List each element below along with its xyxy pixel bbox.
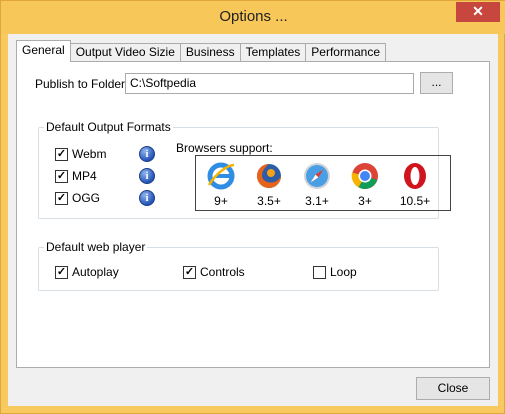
publish-folder-label: Publish to Folder: xyxy=(35,77,129,91)
close-icon: ✕ xyxy=(472,3,484,19)
ogg-info-icon[interactable]: i xyxy=(139,190,155,206)
safari-icon xyxy=(304,163,330,189)
checkmark-icon: ✓ xyxy=(184,266,195,278)
tab-templates[interactable]: Templates xyxy=(239,43,307,62)
firefox-icon xyxy=(257,164,281,188)
tab-business[interactable]: Business xyxy=(179,43,241,62)
dialog-client: General Output Video Sizie Business Temp… xyxy=(8,34,498,406)
browsers-support-box: 9+ 3.5+ 3.1+ 3+ 10.5+ xyxy=(195,155,451,211)
browse-button[interactable]: ... xyxy=(420,72,453,94)
safari-version: 3.1+ xyxy=(305,194,329,208)
web-player-group: Default web player ✓ Autoplay ✓ Controls… xyxy=(38,240,439,291)
controls-checkbox[interactable]: ✓ xyxy=(183,266,196,279)
mp4-checkbox[interactable]: ✓ xyxy=(55,170,68,183)
loop-checkbox[interactable] xyxy=(313,266,326,279)
chrome-icon xyxy=(351,163,378,190)
loop-label: Loop xyxy=(330,265,357,279)
opera-version: 10.5+ xyxy=(399,194,431,208)
checkmark-icon: ✓ xyxy=(56,192,67,204)
controls-label: Controls xyxy=(200,265,245,279)
window-close-button[interactable]: ✕ xyxy=(456,2,500,22)
ie-version: 9+ xyxy=(214,194,228,208)
webm-info-icon[interactable]: i xyxy=(139,146,155,162)
output-formats-group: Default Output Formats ✓ Webm i ✓ MP4 i … xyxy=(38,120,451,219)
mp4-info-icon[interactable]: i xyxy=(139,168,155,184)
ogg-checkbox[interactable]: ✓ xyxy=(55,192,68,205)
close-button[interactable]: Close xyxy=(416,377,490,400)
ogg-label: OGG xyxy=(72,191,101,205)
firefox-version: 3.5+ xyxy=(257,194,281,208)
browsers-support-label: Browsers support: xyxy=(175,141,274,155)
internet-explorer-icon xyxy=(207,162,235,190)
title-bar[interactable]: Options ... ✕ xyxy=(1,1,505,34)
options-window: Options ... ✕ General Output Video Sizie… xyxy=(0,0,505,414)
window-title: Options ... xyxy=(219,8,288,25)
general-panel: Publish to Folder: C:\Softpedia ... Defa… xyxy=(16,61,490,368)
publish-folder-input[interactable]: C:\Softpedia xyxy=(125,73,414,94)
autoplay-checkbox[interactable]: ✓ xyxy=(55,266,68,279)
web-player-title: Default web player xyxy=(44,240,148,254)
chrome-version: 3+ xyxy=(358,194,372,208)
opera-icon xyxy=(404,163,426,189)
tab-strip: General Output Video Sizie Business Temp… xyxy=(16,40,386,62)
tab-output-video-size[interactable]: Output Video Sizie xyxy=(69,43,181,62)
output-formats-title: Default Output Formats xyxy=(44,120,173,134)
tab-general[interactable]: General xyxy=(16,40,71,62)
checkmark-icon: ✓ xyxy=(56,266,67,278)
webm-label: Webm xyxy=(72,147,107,161)
webm-checkbox[interactable]: ✓ xyxy=(55,148,68,161)
tab-performance[interactable]: Performance xyxy=(305,43,386,62)
mp4-label: MP4 xyxy=(72,169,97,183)
checkmark-icon: ✓ xyxy=(56,148,67,160)
autoplay-label: Autoplay xyxy=(72,265,119,279)
checkmark-icon: ✓ xyxy=(56,170,67,182)
